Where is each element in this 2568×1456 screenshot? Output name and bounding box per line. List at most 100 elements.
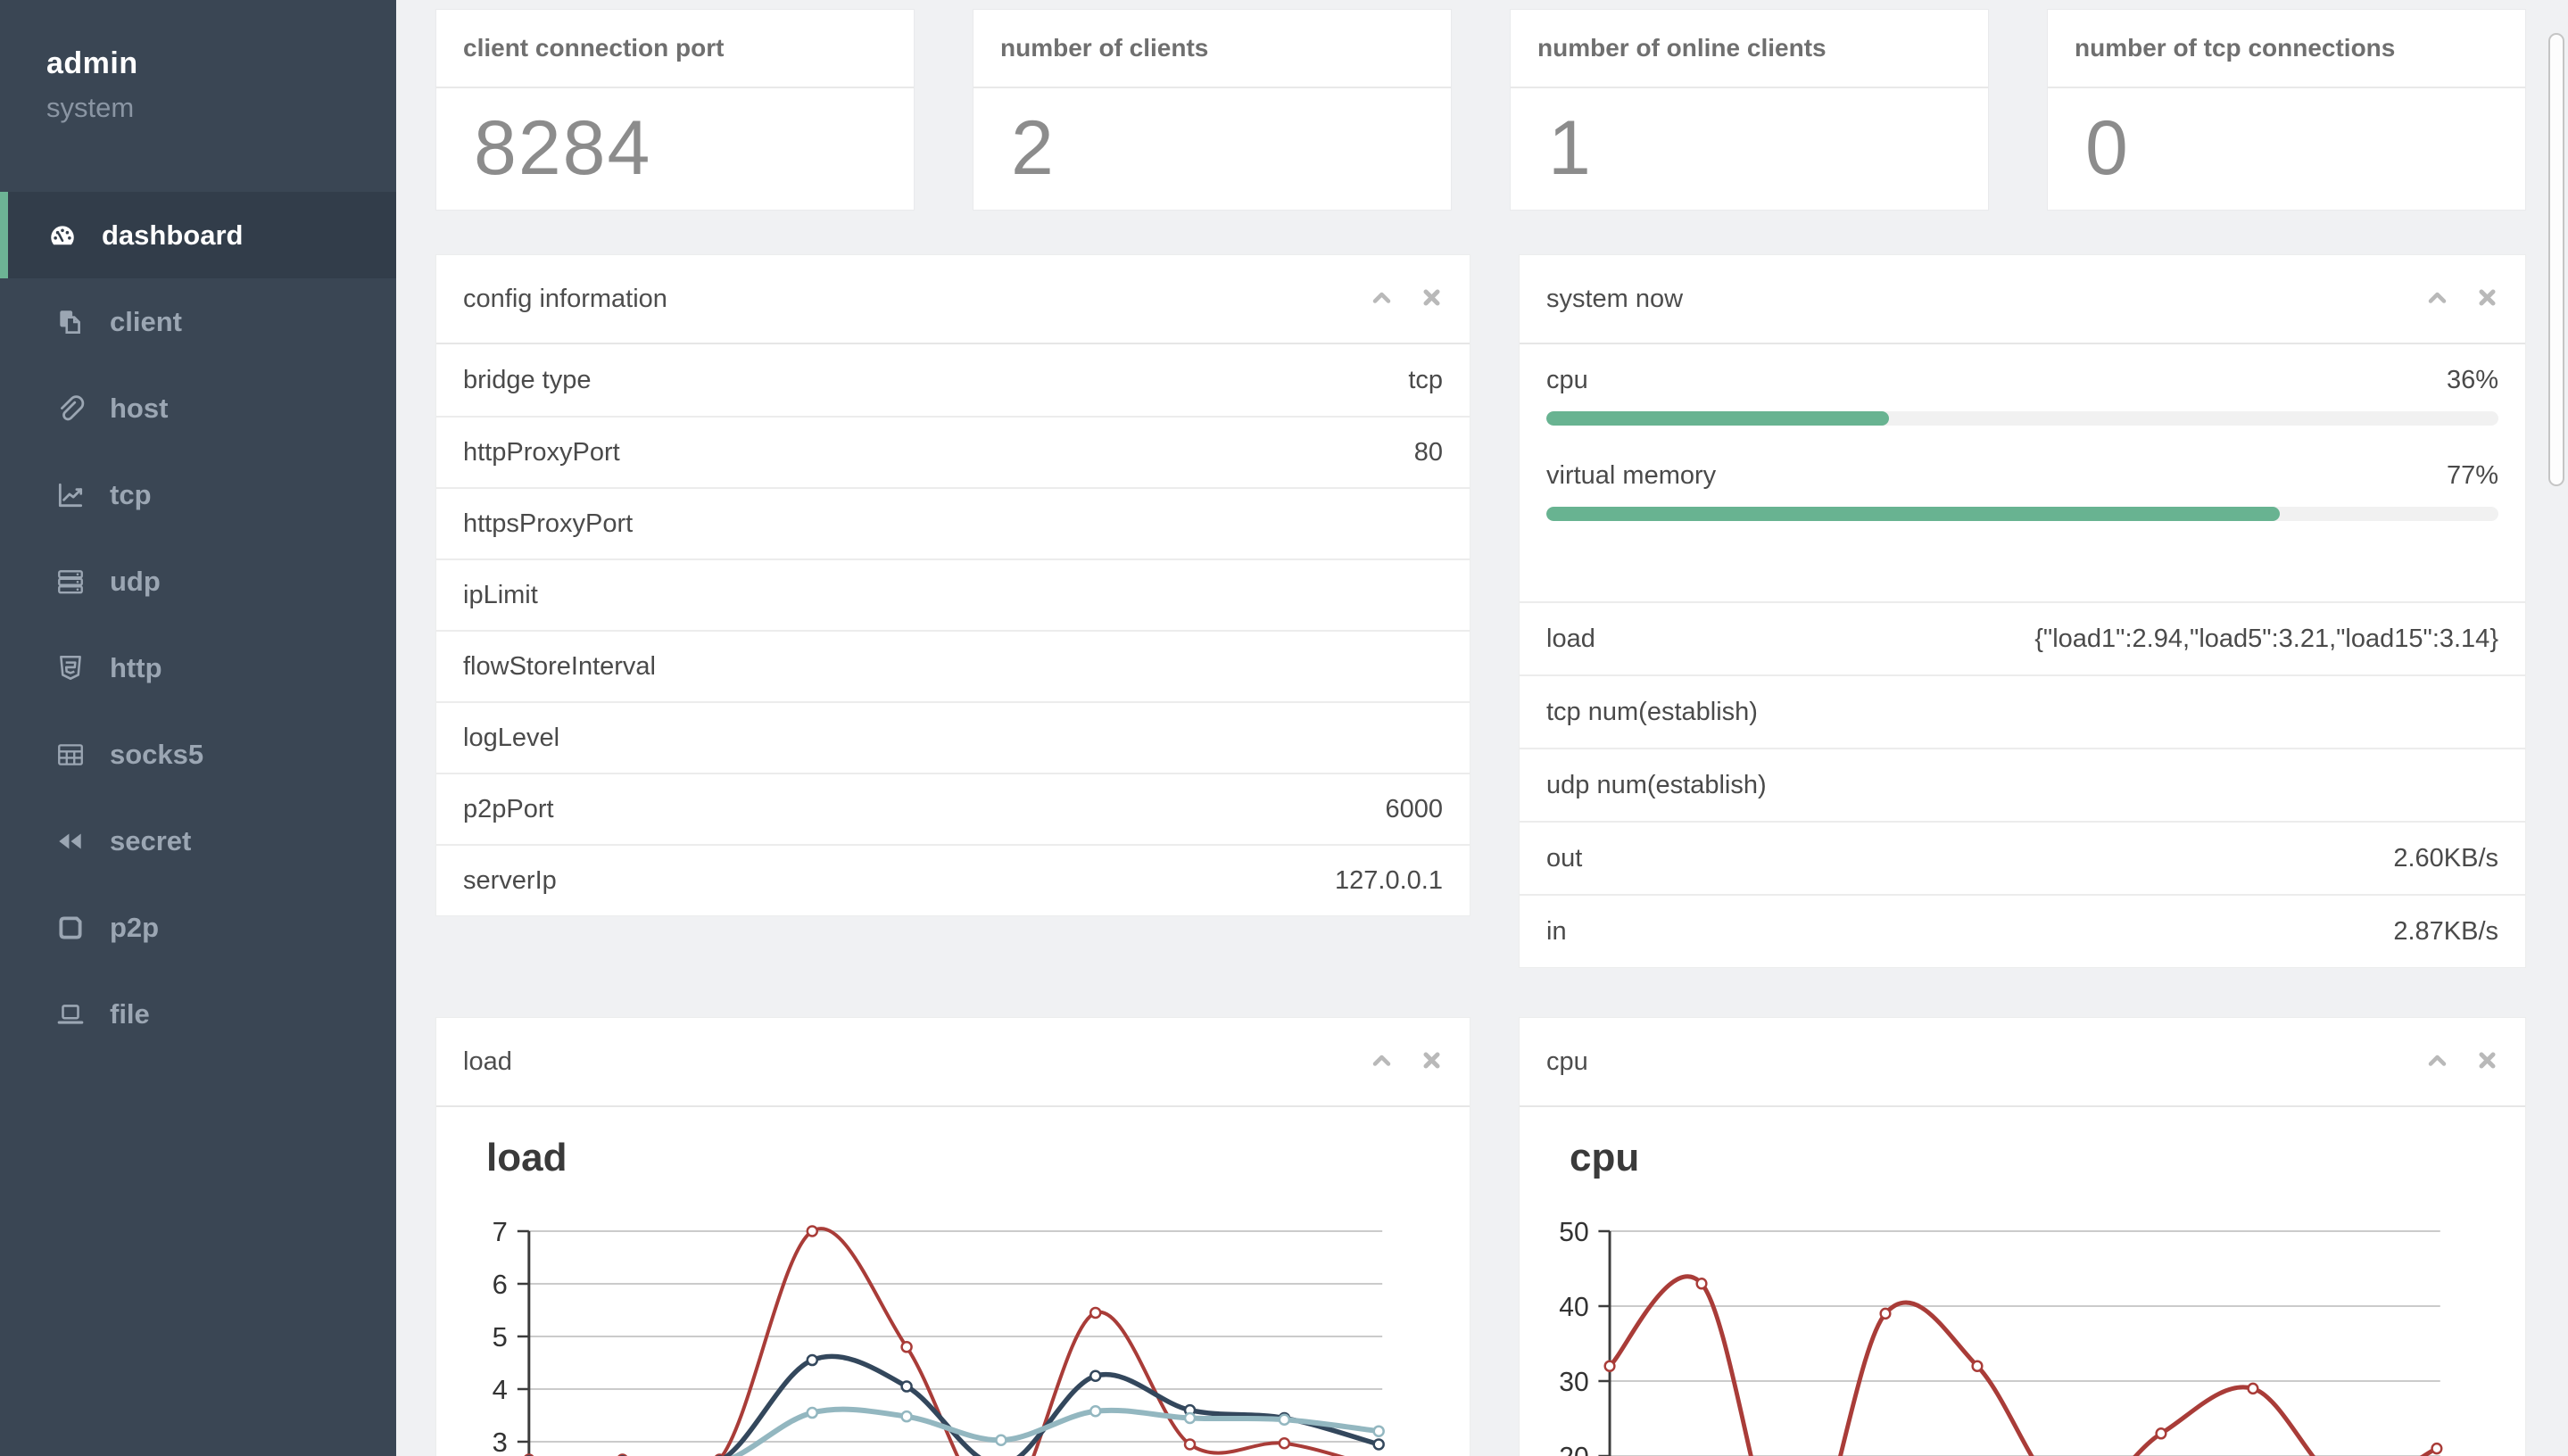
sidebar-item-label: udp xyxy=(110,565,161,597)
gauge-label: virtual memory xyxy=(1546,461,1717,490)
system-row: load {"load1":2.94,"load5":3.21,"load15":… xyxy=(1520,601,2525,674)
collapse-button[interactable] xyxy=(1368,1048,1395,1075)
stat-title: number of clients xyxy=(973,10,1451,88)
collapse-button[interactable] xyxy=(2423,285,2450,312)
row-label: p2pPort xyxy=(463,794,554,823)
panel-title: load xyxy=(463,1046,512,1076)
sidebar-item-label: socks5 xyxy=(110,738,204,770)
config-row: p2pPort 6000 xyxy=(436,773,1470,844)
load-chart-panel: load load 7 6 5 4 3 xyxy=(435,1017,1470,1456)
sidebar-item-p2p[interactable]: p2p xyxy=(0,884,396,971)
sidebar-item-socks5[interactable]: socks5 xyxy=(0,711,396,798)
close-icon xyxy=(2475,285,2499,312)
close-icon xyxy=(1420,1048,1444,1075)
row-label: bridge type xyxy=(463,365,592,394)
charts-row: load load 76543 cpu cpu 50 40 30 xyxy=(435,1017,2526,1456)
config-row: httpsProxyPort xyxy=(436,487,1470,558)
config-row: ipLimit xyxy=(436,558,1470,630)
collapse-button[interactable] xyxy=(2423,1048,2450,1075)
progress-track xyxy=(1546,507,2498,521)
chevron-up-icon xyxy=(2425,285,2449,312)
system-gauges: cpu 36% virtual memory 77% xyxy=(1520,344,2525,601)
row-label: logLevel xyxy=(463,723,560,752)
system-rows: load {"load1":2.94,"load5":3.21,"load15":… xyxy=(1520,601,2525,967)
load-line-chart: 7 6 5 4 3 xyxy=(436,1207,1470,1456)
stat-title: number of online clients xyxy=(1511,10,1988,88)
chevron-up-icon xyxy=(1370,1048,1394,1075)
gauge-percent: 77% xyxy=(2446,461,2498,490)
row-label: load xyxy=(1546,624,1595,653)
gauge-percent: 36% xyxy=(2446,366,2498,394)
sidebar-item-label: tcp xyxy=(110,478,152,510)
table-icon xyxy=(54,739,87,771)
stat-card-client-connection-port: client connection port 8284 xyxy=(435,9,915,211)
chevron-up-icon xyxy=(1370,285,1394,312)
stat-value: 2 xyxy=(1011,104,1056,191)
system-now-panel: system now cpu 36% virtual memory 77% lo… xyxy=(1519,254,2526,968)
sidebar-item-host[interactable]: host xyxy=(0,365,396,451)
row-label: tcp num(establish) xyxy=(1546,697,1758,726)
row-label: in xyxy=(1546,916,1567,946)
chevron-up-icon xyxy=(2425,1048,2449,1075)
progress-fill xyxy=(1546,507,2280,521)
row-value: 2.60KB/s xyxy=(2393,843,2498,873)
close-button[interactable] xyxy=(1418,1048,1445,1075)
row-label: ipLimit xyxy=(463,580,538,609)
chart-title: load xyxy=(486,1136,567,1179)
user-role: system xyxy=(46,92,135,123)
progress-fill xyxy=(1546,411,1890,426)
close-button[interactable] xyxy=(1418,285,1445,312)
stat-value: 8284 xyxy=(474,104,652,191)
cpu-chart-panel: cpu cpu 50 40 30 20 xyxy=(1519,1017,2526,1456)
row-label: httpsProxyPort xyxy=(463,509,634,538)
page-scrollbar xyxy=(2547,0,2566,1456)
stat-value: 0 xyxy=(2085,104,2130,191)
sidebar-item-client[interactable]: client xyxy=(0,278,396,365)
stat-title: number of tcp connections xyxy=(2048,10,2525,88)
close-button[interactable] xyxy=(2473,1048,2500,1075)
sidebar-item-tcp[interactable]: tcp xyxy=(0,451,396,538)
sidebar-item-label: secret xyxy=(110,824,192,856)
config-row: logLevel xyxy=(436,701,1470,773)
sidebar-item-label: dashboard xyxy=(102,219,244,251)
panels-row: config information bridge type tcp httpPr… xyxy=(435,254,2526,968)
panel-header: config information xyxy=(436,255,1470,344)
panel-header: system now xyxy=(1520,255,2525,344)
row-value: 6000 xyxy=(1385,794,1443,823)
sidebar-item-http[interactable]: http xyxy=(0,625,396,711)
row-label: flowStoreInterval xyxy=(463,651,656,681)
system-row: in 2.87KB/s xyxy=(1520,894,2525,967)
row-label: serverIp xyxy=(463,865,557,895)
close-button[interactable] xyxy=(2473,285,2500,312)
sidebar-item-dashboard[interactable]: dashboard xyxy=(0,192,396,278)
sidebar: admin system dashboard client host tcp u… xyxy=(0,0,396,1456)
stat-value: 1 xyxy=(1548,104,1593,191)
config-information-panel: config information bridge type tcp httpPr… xyxy=(435,254,1470,916)
user-name: admin xyxy=(46,46,138,80)
svg-text:7: 7 xyxy=(493,1216,508,1247)
svg-text:3: 3 xyxy=(493,1427,508,1456)
laptop-icon xyxy=(54,998,87,1030)
panel-header: load xyxy=(436,1018,1470,1107)
html5-shield-icon xyxy=(54,652,87,684)
row-value: 80 xyxy=(1413,437,1443,467)
stat-card-number-of-clients: number of clients 2 xyxy=(973,9,1452,211)
container-icon xyxy=(54,912,87,944)
main-content: client connection port 8284 number of cl… xyxy=(396,0,2568,1456)
row-value: tcp xyxy=(1408,365,1443,394)
row-value: 2.87KB/s xyxy=(2393,916,2498,946)
sidebar-item-label: client xyxy=(110,305,182,337)
svg-text:20: 20 xyxy=(1559,1442,1588,1456)
sidebar-item-file[interactable]: file xyxy=(0,971,396,1057)
server-icon xyxy=(54,566,87,598)
svg-text:50: 50 xyxy=(1559,1217,1588,1247)
sidebar-item-secret[interactable]: secret xyxy=(0,798,396,884)
svg-text:4: 4 xyxy=(493,1374,508,1405)
scrollbar-thumb[interactable] xyxy=(2548,33,2564,486)
sidebar-item-udp[interactable]: udp xyxy=(0,538,396,625)
row-label: udp num(establish) xyxy=(1546,770,1767,799)
config-rows: bridge type tcp httpProxyPort 80 httpsProx… xyxy=(436,344,1470,915)
virtual-memory-gauge: virtual memory 77% xyxy=(1546,461,2498,521)
config-row: bridge type tcp xyxy=(436,344,1470,416)
collapse-button[interactable] xyxy=(1368,285,1395,312)
